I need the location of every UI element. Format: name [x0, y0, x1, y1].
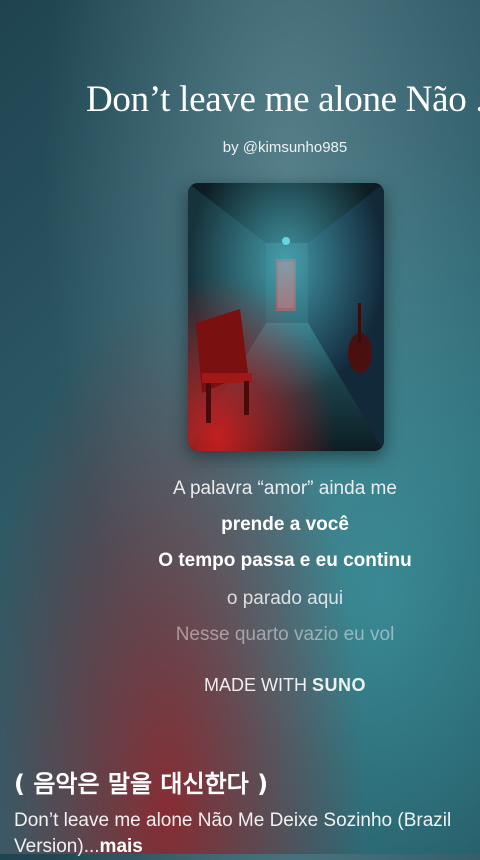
- song-title: Don’t leave me alone Não ...: [86, 79, 480, 120]
- lyric-line-1: A palavra “amor” ainda me: [173, 478, 397, 499]
- made-with-label: MADE WITH: [203, 675, 312, 695]
- description-text: Don’t leave me alone Não Me Deixe Sozinh…: [14, 810, 452, 857]
- suno-brand: SUNO: [311, 675, 366, 695]
- made-with-badge: MADE WITH SUNO: [0, 675, 480, 696]
- lyric-line-5: Nesse quarto vazio eu vol: [175, 624, 395, 645]
- cover-art: [188, 183, 384, 451]
- song-author[interactable]: by @kimsunho985: [0, 139, 480, 156]
- channel-name[interactable]: ( 음악은 말을 대신한다 ): [14, 764, 268, 799]
- lyric-line-3: O tempo passa e eu continu: [158, 550, 412, 571]
- post-description: Don’t leave me alone Não Me Deixe Sozinh…: [14, 808, 474, 860]
- lyric-line-4: o parado aqui: [226, 588, 344, 609]
- lyric-line-2: prende a você: [221, 514, 349, 535]
- hallway-cover-art-icon: [188, 183, 384, 451]
